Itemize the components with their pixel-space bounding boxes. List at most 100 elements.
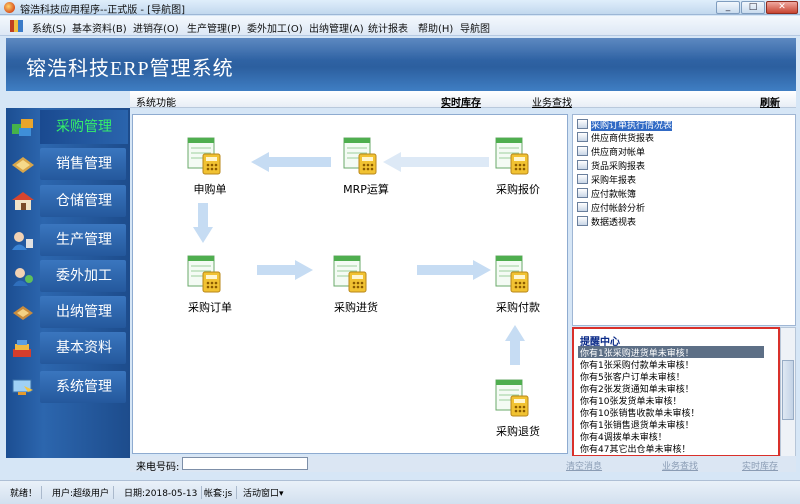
flow-node-mrp[interactable]: MRP运算: [321, 137, 411, 207]
flow-node-purchase-receipt[interactable]: 采购进货: [311, 255, 401, 325]
reminder-item[interactable]: 你有4调拨单未审核！: [578, 430, 764, 443]
report-icon: [577, 174, 588, 184]
active-window-menu[interactable]: 活动窗口▾: [243, 486, 288, 499]
flow-node-label: MRP运算: [343, 183, 389, 196]
production-icon: [12, 232, 33, 250]
document-icon: [495, 379, 529, 417]
nav-item-sales[interactable]: 销售管理: [6, 147, 130, 181]
nav-label-cashier: 出纳管理: [56, 304, 112, 320]
minimize-button[interactable]: _: [716, 1, 740, 14]
caller-number-input[interactable]: [182, 457, 308, 470]
menu-help[interactable]: 帮助(H): [418, 20, 453, 35]
flow-node-quotation[interactable]: 采购报价: [473, 137, 563, 207]
status-bar: 就绪！ 用户:超级用户 日期:2018-05-13 帐套:js 活动窗口▾: [0, 480, 800, 504]
report-item[interactable]: 供应商供货报表: [577, 131, 654, 144]
nav-item-system[interactable]: 系统管理: [6, 370, 130, 404]
clear-messages-link[interactable]: 清空消息: [566, 459, 602, 472]
reminder-scrollbar[interactable]: [780, 327, 796, 457]
menu-basic-data[interactable]: 基本资料(B): [72, 20, 127, 35]
report-icon: [577, 188, 588, 198]
sales-icon: [12, 157, 34, 173]
report-item[interactable]: 采购订单执行情况表: [577, 118, 673, 131]
status-ready: 就绪！: [10, 486, 43, 499]
caller-number-label: 来电号码:: [136, 462, 180, 473]
warehouse-icon: [12, 192, 34, 210]
nav-item-cashier[interactable]: 出纳管理: [6, 295, 130, 329]
nav-label-outsource: 委外加工: [56, 268, 112, 284]
nav-item-outsource[interactable]: 委外加工: [6, 259, 130, 293]
window-title: 镕浩科技应用程序--正式版 - [导航图]: [20, 5, 185, 16]
arrow-right-icon: [257, 260, 313, 280]
report-item[interactable]: 应付帐龄分析: [577, 201, 645, 214]
reminder-item[interactable]: 你有1张销售退货单未审核！: [578, 418, 764, 431]
menu-production[interactable]: 生产管理(P): [187, 20, 241, 35]
status-date: 日期:2018-05-13: [124, 486, 203, 499]
reminder-item[interactable]: 你有5张客户订单未审核！: [578, 370, 764, 383]
refresh-link[interactable]: 刷新: [760, 94, 780, 109]
menu-outsource[interactable]: 委外加工(O): [247, 20, 303, 35]
report-icon: [577, 119, 588, 129]
system-icon: [12, 379, 33, 395]
flow-node-requisition[interactable]: 申购单: [165, 137, 255, 207]
menu-cashier[interactable]: 出纳管理(A): [309, 20, 364, 35]
purchase-icon: [12, 119, 33, 136]
report-item[interactable]: 数据透视表: [577, 215, 636, 228]
purchase-flow-diagram: 申购单 MRP运算 采购报价 采购订单 采购进货 采购付款 采购退货: [132, 114, 568, 454]
document-icon: [495, 137, 529, 175]
flow-node-label: 采购报价: [496, 183, 540, 196]
report-icon: [577, 160, 588, 170]
report-icon: [577, 202, 588, 212]
system-function-label: 系统功能: [136, 98, 176, 109]
reminder-item[interactable]: 你有10张销售收款单未审核！: [578, 406, 764, 419]
document-icon: [187, 255, 221, 293]
nav-label-system: 系统管理: [56, 379, 112, 395]
menu-app-icon[interactable]: [10, 20, 23, 32]
report-item[interactable]: 货品采购报表: [577, 159, 645, 172]
document-icon: [333, 255, 367, 293]
flow-node-label: 采购进货: [334, 301, 378, 314]
app-window: 镕浩科技应用程序--正式版 - [导航图] _ □ ✕ 系统(S) 基本资料(B…: [0, 0, 800, 504]
reminder-item[interactable]: 你有1张采购付款单未审核！: [578, 358, 764, 371]
maximize-button[interactable]: □: [741, 1, 765, 14]
realtime-stock-link[interactable]: 实时库存: [441, 94, 481, 109]
bottom-bar: 来电号码: 清空消息 业务查找 实时库存: [130, 456, 796, 473]
nav-label-basic-data: 基本资料: [56, 340, 112, 356]
nav-label-sales: 销售管理: [56, 156, 112, 172]
banner: 镕浩科技ERP管理系统: [6, 38, 796, 91]
module-sidebar: 采购管理 销售管理 仓储管理 生产管理 委外加工 出纳管理 基本资料 系统管理: [6, 108, 130, 458]
banner-title: 镕浩科技ERP管理系统: [26, 58, 234, 80]
flow-node-label: 申购单: [193, 183, 227, 196]
cashier-icon: [13, 306, 33, 320]
bottom-realtime-stock-link[interactable]: 实时库存: [742, 459, 778, 472]
arrow-left-icon: [251, 152, 331, 172]
flow-node-purchase-order[interactable]: 采购订单: [165, 255, 255, 325]
menu-reports[interactable]: 统计报表: [368, 20, 408, 35]
reminder-item[interactable]: 你有10张发货单未审核！: [578, 394, 764, 407]
flow-node-purchase-return[interactable]: 采购退货: [473, 379, 563, 449]
nav-item-basic-data[interactable]: 基本资料: [6, 331, 130, 365]
report-item[interactable]: 应付款帐簿: [577, 187, 636, 200]
bottom-business-query-link[interactable]: 业务查找: [662, 459, 698, 472]
close-button[interactable]: ✕: [766, 1, 798, 14]
nav-item-purchase[interactable]: 采购管理: [6, 110, 130, 144]
menu-bar: 系统(S) 基本资料(B) 进销存(O) 生产管理(P) 委外加工(O) 出纳管…: [0, 16, 800, 36]
menu-navigation[interactable]: 导航图: [460, 20, 490, 35]
scrollbar-thumb[interactable]: [782, 360, 794, 420]
business-query-link[interactable]: 业务查找: [532, 94, 572, 109]
nav-label-purchase: 采购管理: [40, 110, 128, 144]
report-item[interactable]: 采购年报表: [577, 173, 636, 186]
menu-inventory[interactable]: 进销存(O): [133, 20, 179, 35]
flow-node-label: 采购付款: [496, 301, 540, 314]
report-item[interactable]: 供应商对帐单: [577, 145, 645, 158]
flow-node-purchase-payment[interactable]: 采购付款: [473, 255, 563, 325]
nav-item-production[interactable]: 生产管理: [6, 223, 130, 257]
reminder-item[interactable]: 你有2张发货通知单未审核！: [578, 382, 764, 395]
menu-system[interactable]: 系统(S): [32, 20, 66, 35]
reminder-item[interactable]: 你有1张采购进货单未审核！: [578, 346, 764, 359]
status-account: 帐套:js: [204, 486, 238, 499]
document-icon: [495, 255, 529, 293]
reminder-item[interactable]: 你有47其它出仓单未审核！: [578, 442, 764, 455]
status-user: 用户:超级用户: [52, 486, 115, 499]
outsource-icon: [13, 268, 33, 286]
nav-item-warehouse[interactable]: 仓储管理: [6, 184, 130, 218]
